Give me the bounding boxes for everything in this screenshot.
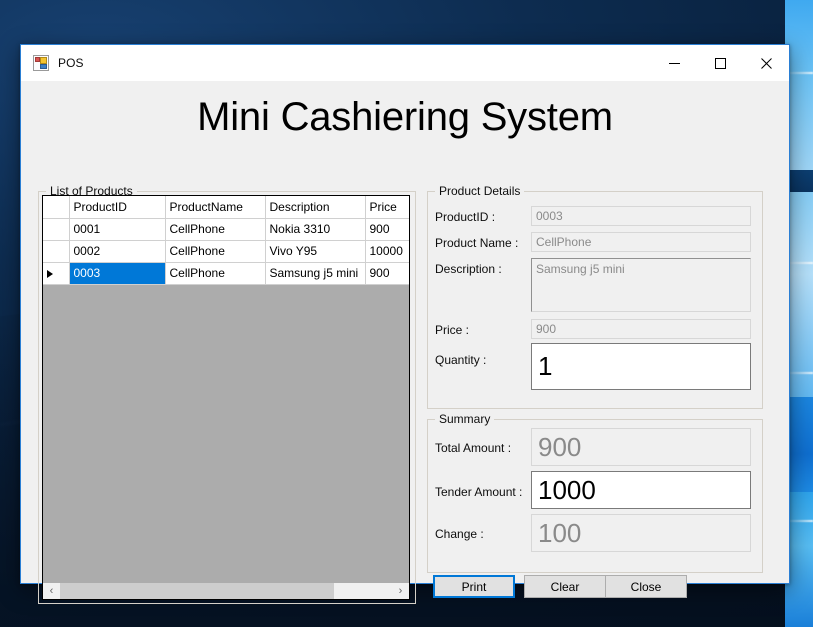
cell-productname[interactable]: CellPhone [165, 262, 266, 285]
current-row-arrow-icon [47, 269, 53, 278]
winforms-app-icon [33, 55, 49, 71]
pos-window: POS Mini Cashiering System List of Produ… [20, 44, 790, 604]
change-label: Change : [435, 527, 484, 541]
cell-description[interactable]: Nokia 3310 [265, 218, 366, 241]
change-field[interactable]: 100 [531, 514, 751, 552]
table-row[interactable]: 0003 CellPhone Samsung j5 mini 900 [43, 262, 409, 285]
tender-amount-label: Tender Amount : [435, 485, 523, 499]
product-name-field[interactable]: CellPhone [531, 232, 751, 252]
tender-amount-field[interactable]: 1000 [531, 471, 751, 509]
cell-productid[interactable]: 0001 [69, 218, 166, 241]
cell-description[interactable]: Vivo Y95 [265, 240, 366, 263]
print-button[interactable]: Print [433, 575, 515, 598]
close-icon[interactable] [743, 45, 789, 81]
cell-productid[interactable]: 0002 [69, 240, 166, 263]
close-button[interactable]: Close [605, 575, 687, 598]
price-field[interactable]: 900 [531, 319, 751, 339]
product-details-legend: Product Details [435, 184, 525, 198]
summary-legend: Summary [435, 412, 495, 426]
scrollbar-thumb[interactable] [60, 583, 334, 599]
page-title: Mini Cashiering System [197, 95, 613, 139]
total-amount-label: Total Amount : [435, 441, 512, 455]
products-group: List of Products ProductID ProductName D… [38, 184, 416, 604]
column-header-productid[interactable]: ProductID [69, 196, 166, 219]
cell-productid[interactable]: 0003 [69, 262, 166, 285]
row-indicator-cell [43, 240, 70, 263]
grid-empty-area [43, 284, 409, 592]
scroll-right-icon[interactable]: › [392, 583, 409, 599]
price-label: Price : [435, 323, 470, 337]
description-label: Description : [435, 262, 502, 276]
column-header-description[interactable]: Description [265, 196, 366, 219]
scrollbar-track[interactable] [60, 583, 392, 599]
minimize-icon[interactable] [651, 45, 697, 81]
maximize-icon[interactable] [697, 45, 743, 81]
client-area: Mini Cashiering System List of Products … [21, 81, 789, 604]
description-field[interactable]: Samsung j5 mini [531, 258, 751, 312]
cell-productname[interactable]: CellPhone [165, 240, 266, 263]
column-header-indicator[interactable] [43, 196, 70, 219]
row-indicator-cell [43, 262, 70, 285]
product-id-field[interactable]: 0003 [531, 206, 751, 226]
grid-horizontal-scrollbar[interactable]: ‹ › [42, 583, 410, 600]
products-grid[interactable]: ProductID ProductName Description Price … [42, 195, 410, 593]
product-name-label: Product Name : [435, 236, 519, 250]
cell-price[interactable]: 10000 [365, 240, 409, 263]
cell-productname[interactable]: CellPhone [165, 218, 266, 241]
total-amount-field[interactable]: 900 [531, 428, 751, 466]
table-row[interactable]: 0001 CellPhone Nokia 3310 900 [43, 218, 409, 241]
quantity-label: Quantity : [435, 353, 487, 367]
table-header-row: ProductID ProductName Description Price [43, 196, 409, 219]
desktop: POS Mini Cashiering System List of Produ… [0, 0, 813, 627]
quantity-field[interactable]: 1 [531, 343, 751, 390]
product-id-label: ProductID : [435, 210, 496, 224]
clear-button[interactable]: Clear [524, 575, 606, 598]
column-header-productname[interactable]: ProductName [165, 196, 266, 219]
product-details-group: Product Details ProductID : 0003 Product… [427, 184, 763, 409]
scroll-left-icon[interactable]: ‹ [43, 583, 60, 599]
title-bar: POS [21, 45, 789, 81]
products-table: ProductID ProductName Description Price … [43, 196, 409, 285]
summary-group: Summary Total Amount : 900 Tender Amount… [427, 412, 763, 573]
column-header-price[interactable]: Price [365, 196, 409, 219]
window-controls [651, 45, 789, 81]
row-indicator-cell [43, 218, 70, 241]
cell-price[interactable]: 900 [365, 218, 409, 241]
table-row[interactable]: 0002 CellPhone Vivo Y95 10000 [43, 240, 409, 263]
cell-description[interactable]: Samsung j5 mini [265, 262, 366, 285]
cell-price[interactable]: 900 [365, 262, 409, 285]
window-title: POS [58, 56, 84, 70]
